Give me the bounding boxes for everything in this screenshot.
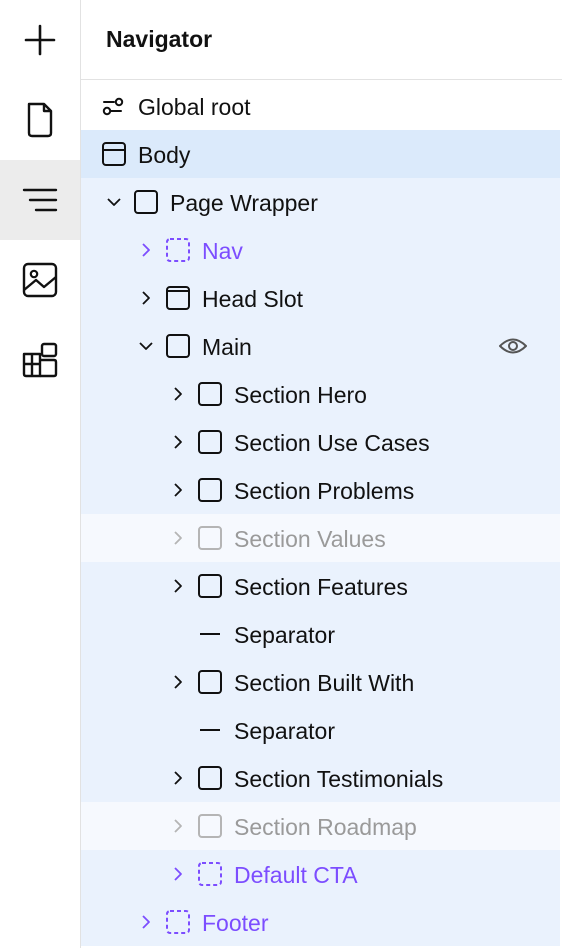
tree-item-label: Section Problems — [234, 478, 415, 504]
tree-item-label: Head Slot — [202, 286, 304, 312]
component-box-icon — [165, 909, 191, 935]
tree-item-nav[interactable]: Nav — [81, 226, 560, 274]
left-toolbar — [0, 0, 81, 948]
chevron-down-icon[interactable] — [106, 194, 122, 210]
component-box-icon — [197, 861, 223, 887]
image-icon — [22, 262, 58, 298]
tree-item-label: Footer — [202, 910, 269, 936]
tree-item-label: Nav — [202, 238, 243, 264]
tree-item-label: Section Built With — [234, 670, 415, 696]
tree-item-separator[interactable]: Separator — [81, 706, 560, 754]
chevron-right-icon[interactable] — [170, 770, 186, 786]
box-icon — [197, 573, 223, 599]
box-icon — [197, 813, 223, 839]
box-icon — [133, 189, 159, 215]
tree-item-main[interactable]: Main — [81, 322, 560, 370]
tree-item-label: Separator — [234, 622, 336, 648]
tree-item-section-hero[interactable]: Section Hero — [81, 370, 560, 418]
chevron-down-icon[interactable] — [138, 338, 154, 354]
chevron-right-icon[interactable] — [170, 578, 186, 594]
tree-item-section-problems[interactable]: Section Problems — [81, 466, 560, 514]
page-icon — [27, 102, 53, 138]
chevron-right-icon[interactable] — [170, 386, 186, 402]
tree-item-head-slot[interactable]: Head Slot — [81, 274, 560, 322]
box-icon — [197, 429, 223, 455]
box-icon — [197, 381, 223, 407]
tree-item-separator[interactable]: Separator — [81, 610, 560, 658]
chevron-right-icon[interactable] — [138, 290, 154, 306]
tree-item-label: Section Use Cases — [234, 430, 430, 456]
components-panel-button[interactable] — [0, 320, 80, 400]
pages-panel-button[interactable] — [0, 80, 80, 160]
chevron-right-icon[interactable] — [138, 914, 154, 930]
tree-item-section-values[interactable]: Section Values — [81, 514, 560, 562]
box-icon — [165, 333, 191, 359]
tree-item-section-use-cases[interactable]: Section Use Cases — [81, 418, 560, 466]
component-box-icon — [165, 237, 191, 263]
global-root-icon — [101, 93, 127, 119]
body-icon — [101, 141, 127, 167]
tree-item-page-wrapper[interactable]: Page Wrapper — [81, 178, 560, 226]
slot-icon — [165, 285, 191, 311]
components-icon — [22, 342, 58, 378]
navigator-header: Navigator — [81, 0, 562, 80]
plus-icon — [24, 24, 56, 56]
separator-icon — [197, 621, 223, 647]
box-icon — [197, 669, 223, 695]
tree-item-label: Page Wrapper — [170, 190, 318, 216]
chevron-right-icon[interactable] — [138, 242, 154, 258]
assets-panel-button[interactable] — [0, 240, 80, 320]
separator-icon — [197, 717, 223, 743]
box-icon — [197, 525, 223, 551]
tree-item-label: Section Hero — [234, 382, 367, 408]
tree-item-label: Section Values — [234, 526, 386, 552]
tree-item-label: Section Features — [234, 574, 408, 600]
tree-item-label: Main — [202, 334, 252, 360]
tree-item-label: Section Testimonials — [234, 766, 444, 792]
panel-title: Navigator — [106, 26, 213, 52]
tree-item-section-built-with[interactable]: Section Built With — [81, 658, 560, 706]
tree-item-label: Section Roadmap — [234, 814, 417, 840]
tree-item-global-root[interactable]: Global root — [81, 82, 560, 130]
tree-item-default-cta[interactable]: Default CTA — [81, 850, 560, 898]
chevron-right-icon[interactable] — [170, 818, 186, 834]
chevron-right-icon[interactable] — [170, 674, 186, 690]
chevron-right-icon[interactable] — [170, 866, 186, 882]
tree-item-label: Body — [138, 142, 191, 168]
chevron-right-icon[interactable] — [170, 530, 186, 546]
navigator-tree: Global root Body Page Wrapper Nav Head S… — [81, 82, 560, 946]
eye-icon[interactable] — [498, 333, 528, 359]
box-icon — [197, 765, 223, 791]
navigator-panel-button[interactable] — [0, 160, 80, 240]
box-icon — [197, 477, 223, 503]
tree-item-section-testimonials[interactable]: Section Testimonials — [81, 754, 560, 802]
navigator-panel: Navigator Global root Body Page Wrapper … — [81, 0, 562, 948]
tree-item-body[interactable]: Body — [81, 130, 560, 178]
chevron-right-icon[interactable] — [170, 434, 186, 450]
add-panel-button[interactable] — [0, 0, 80, 80]
chevron-right-icon[interactable] — [170, 482, 186, 498]
tree-item-label: Separator — [234, 718, 336, 744]
tree-item-label: Default CTA — [234, 862, 358, 888]
tree-item-section-features[interactable]: Section Features — [81, 562, 560, 610]
tree-item-label: Global root — [138, 94, 251, 120]
navigator-icon — [22, 188, 58, 212]
tree-item-section-roadmap[interactable]: Section Roadmap — [81, 802, 560, 850]
tree-item-footer[interactable]: Footer — [81, 898, 560, 946]
